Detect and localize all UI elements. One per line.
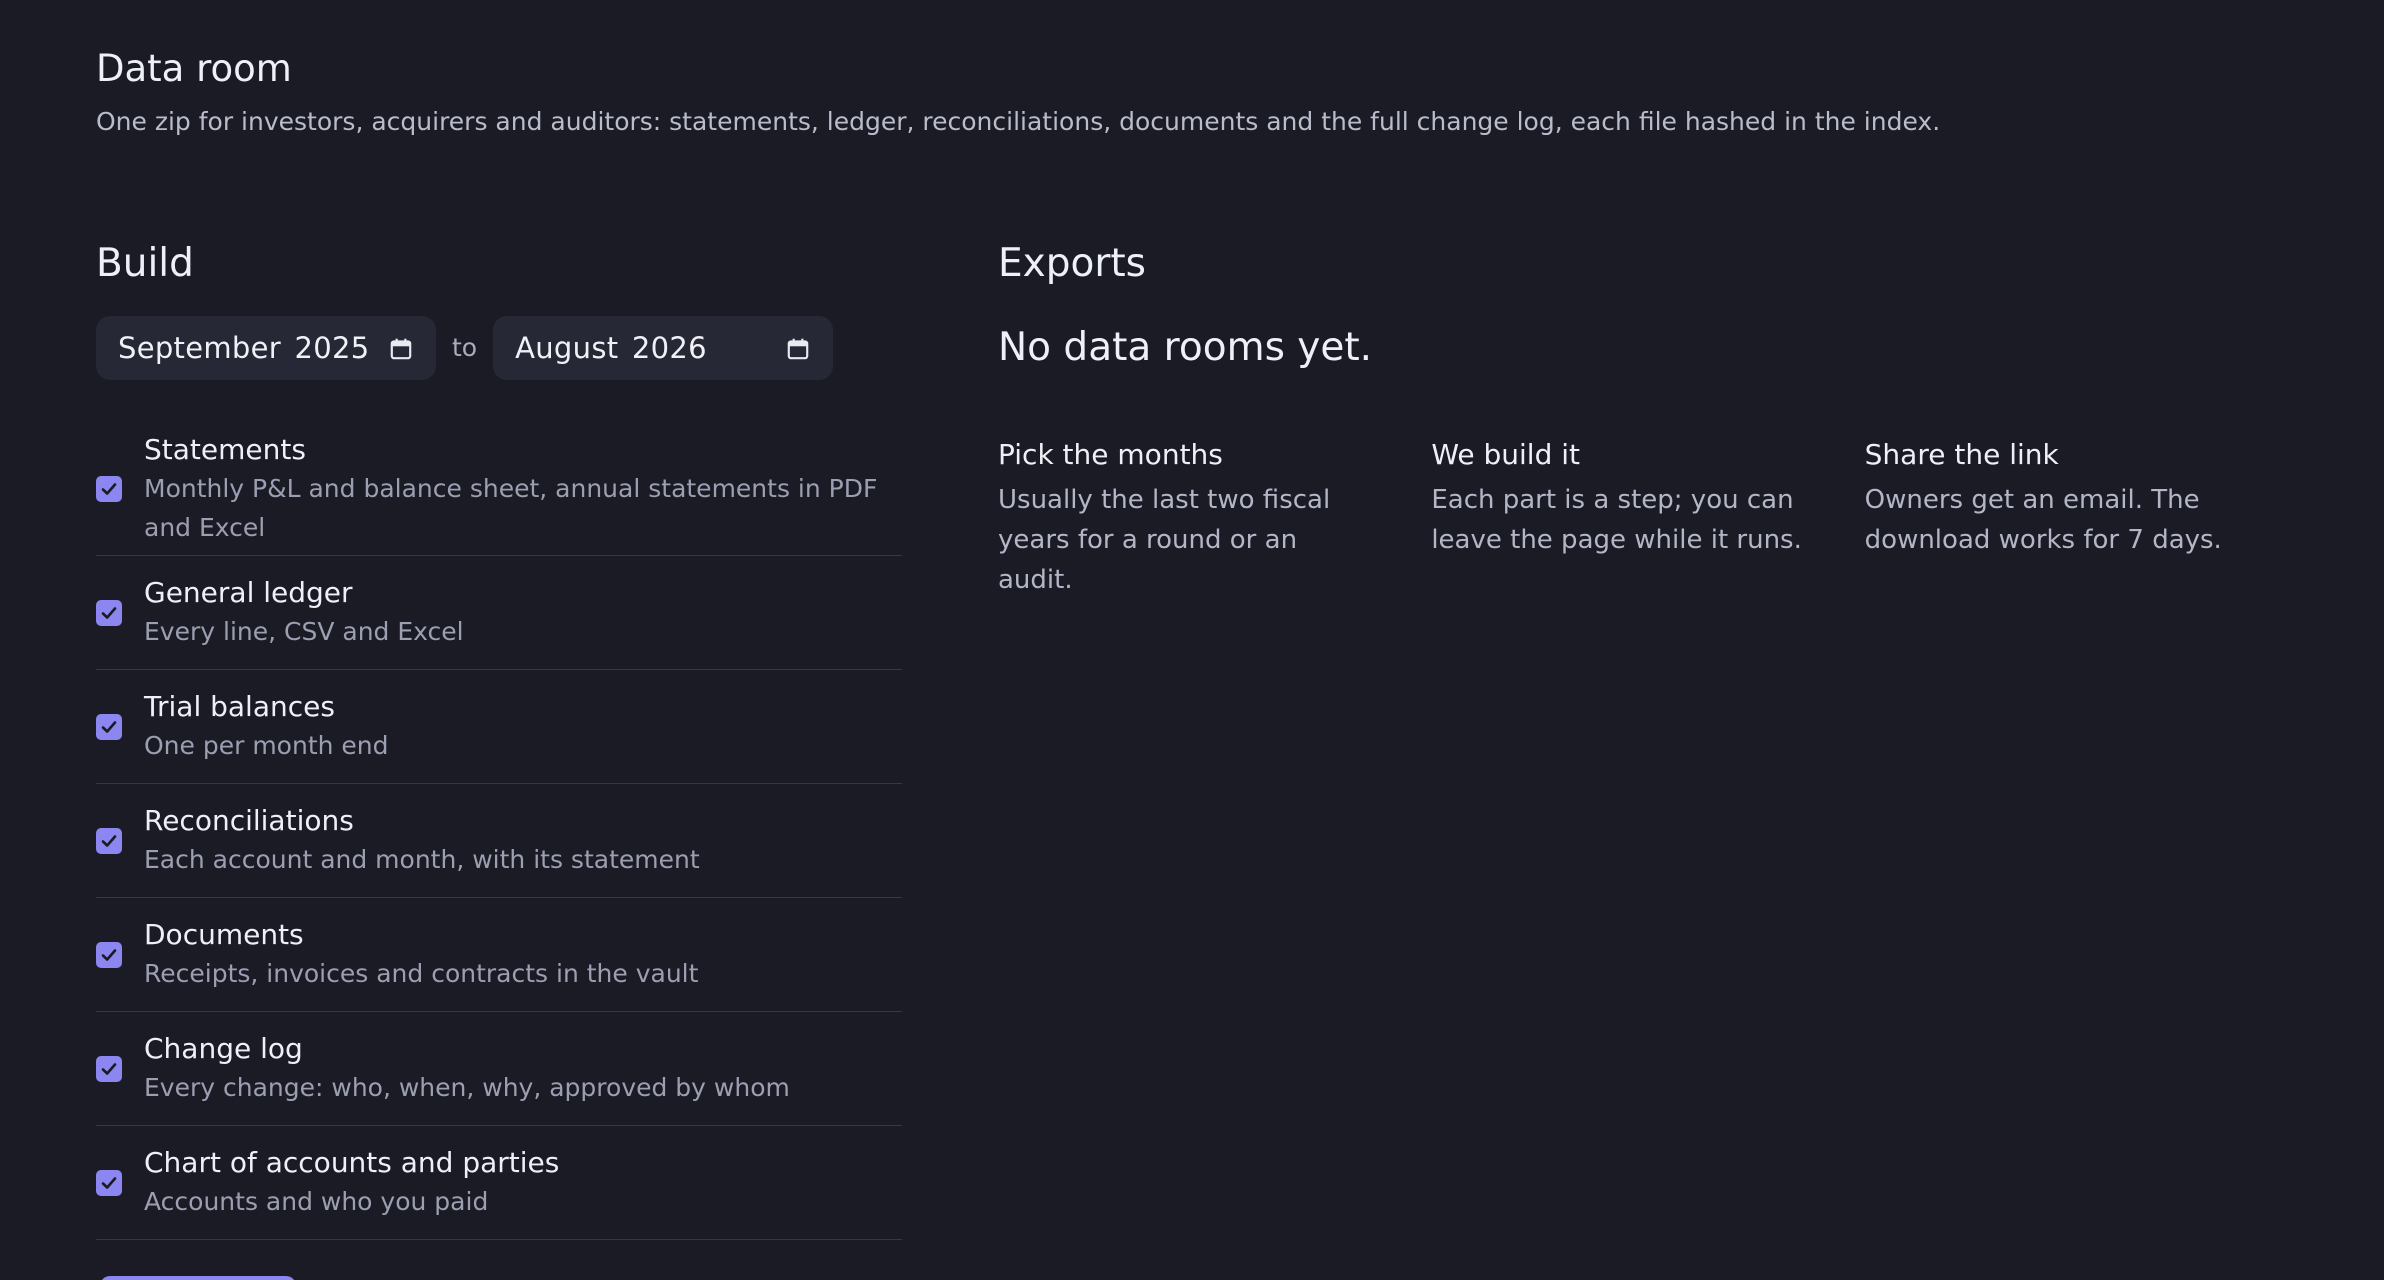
option-text: Reconciliations Each account and month, … bbox=[144, 802, 700, 879]
option-text: Chart of accounts and parties Accounts a… bbox=[144, 1144, 559, 1221]
checkbox-reconciliations[interactable] bbox=[96, 827, 122, 854]
empty-state-title: No data rooms yet. bbox=[998, 325, 1373, 370]
option-description: Every line, CSV and Excel bbox=[144, 617, 464, 646]
option-description: Receipts, invoices and contracts in the … bbox=[144, 959, 699, 988]
step-description: Each part is a step; you can leave the p… bbox=[1431, 485, 1802, 555]
option-text: Documents Receipts, invoices and contrac… bbox=[144, 916, 698, 993]
check-icon bbox=[101, 834, 117, 847]
option-title: General ledger bbox=[144, 576, 353, 609]
page-title: Data room bbox=[96, 47, 292, 90]
build-section: Build September 2025 to August 2026 Stat… bbox=[96, 236, 902, 1240]
checkbox-statements[interactable] bbox=[96, 475, 122, 502]
step-share-link: Share the link Owners get an email. The … bbox=[1865, 436, 2298, 600]
checkbox-general-ledger[interactable] bbox=[96, 599, 122, 626]
option-change-log[interactable]: Change log Every change: who, when, why,… bbox=[96, 1012, 902, 1126]
checkbox-chart-of-accounts[interactable] bbox=[96, 1169, 122, 1196]
export-options-list: Statements Monthly P&L and balance sheet… bbox=[96, 422, 902, 1240]
start-month-value: September 2025 bbox=[118, 331, 370, 365]
option-general-ledger[interactable]: General ledger Every line, CSV and Excel bbox=[96, 556, 902, 670]
option-text: General ledger Every line, CSV and Excel bbox=[144, 574, 464, 651]
step-title: Share the link bbox=[1864, 438, 2059, 471]
check-icon bbox=[101, 606, 117, 619]
calendar-icon[interactable] bbox=[388, 335, 414, 361]
onboarding-steps: Pick the months Usually the last two fis… bbox=[998, 436, 2298, 600]
end-month-input[interactable]: August 2026 bbox=[493, 316, 834, 380]
page-description: One zip for investors, acquirers and aud… bbox=[96, 107, 1941, 136]
option-title: Statements bbox=[144, 432, 306, 466]
option-description: Accounts and who you paid bbox=[144, 1187, 489, 1216]
check-icon bbox=[101, 720, 117, 733]
step-pick-months: Pick the months Usually the last two fis… bbox=[998, 436, 1431, 600]
option-chart-of-accounts[interactable]: Chart of accounts and parties Accounts a… bbox=[96, 1126, 902, 1240]
start-month-input[interactable]: September 2025 bbox=[96, 316, 436, 380]
option-text: Trial balances One per month end bbox=[144, 688, 389, 765]
option-reconciliations[interactable]: Reconciliations Each account and month, … bbox=[96, 784, 902, 898]
checkbox-documents[interactable] bbox=[96, 941, 122, 968]
end-month-value: August 2026 bbox=[515, 331, 707, 365]
data-room-page: Data room One zip for investors, acquire… bbox=[0, 0, 2384, 1280]
step-title: Pick the months bbox=[998, 438, 1223, 471]
page-header: Data room One zip for investors, acquire… bbox=[96, 44, 2296, 140]
option-statements[interactable]: Statements Monthly P&L and balance sheet… bbox=[96, 422, 902, 556]
option-description: Monthly P&L and balance sheet, annual st… bbox=[144, 473, 878, 542]
step-title: We build it bbox=[1431, 438, 1581, 471]
checkbox-trial-balances[interactable] bbox=[96, 713, 122, 740]
step-description: Usually the last two fiscal years for a … bbox=[998, 485, 1331, 595]
option-text: Change log Every change: who, when, why,… bbox=[144, 1030, 790, 1107]
option-title: Reconciliations bbox=[144, 804, 354, 837]
option-trial-balances[interactable]: Trial balances One per month end bbox=[96, 670, 902, 784]
range-separator: to bbox=[452, 333, 478, 362]
calendar-icon[interactable] bbox=[785, 335, 811, 361]
option-title: Trial balances bbox=[144, 690, 335, 723]
option-title: Change log bbox=[144, 1032, 303, 1065]
option-documents[interactable]: Documents Receipts, invoices and contrac… bbox=[96, 898, 902, 1012]
check-icon bbox=[101, 948, 117, 961]
build-title: Build bbox=[96, 241, 194, 286]
option-description: Every change: who, when, why, approved b… bbox=[144, 1073, 790, 1102]
option-title: Chart of accounts and parties bbox=[144, 1146, 560, 1179]
option-text: Statements Monthly P&L and balance sheet… bbox=[144, 431, 904, 547]
check-icon bbox=[101, 1176, 117, 1189]
checkbox-change-log[interactable] bbox=[96, 1055, 122, 1082]
option-description: One per month end bbox=[144, 731, 389, 760]
option-title: Documents bbox=[144, 918, 304, 951]
date-range: September 2025 to August 2026 bbox=[96, 316, 902, 380]
check-icon bbox=[101, 482, 117, 495]
option-description: Each account and month, with its stateme… bbox=[144, 845, 700, 874]
build-button[interactable] bbox=[100, 1276, 296, 1280]
exports-title: Exports bbox=[998, 241, 1146, 286]
step-we-build-it: We build it Each part is a step; you can… bbox=[1431, 436, 1864, 600]
exports-section: Exports No data rooms yet. Pick the mont… bbox=[998, 236, 2298, 600]
step-description: Owners get an email. The download works … bbox=[1864, 485, 2222, 555]
check-icon bbox=[101, 1062, 117, 1075]
